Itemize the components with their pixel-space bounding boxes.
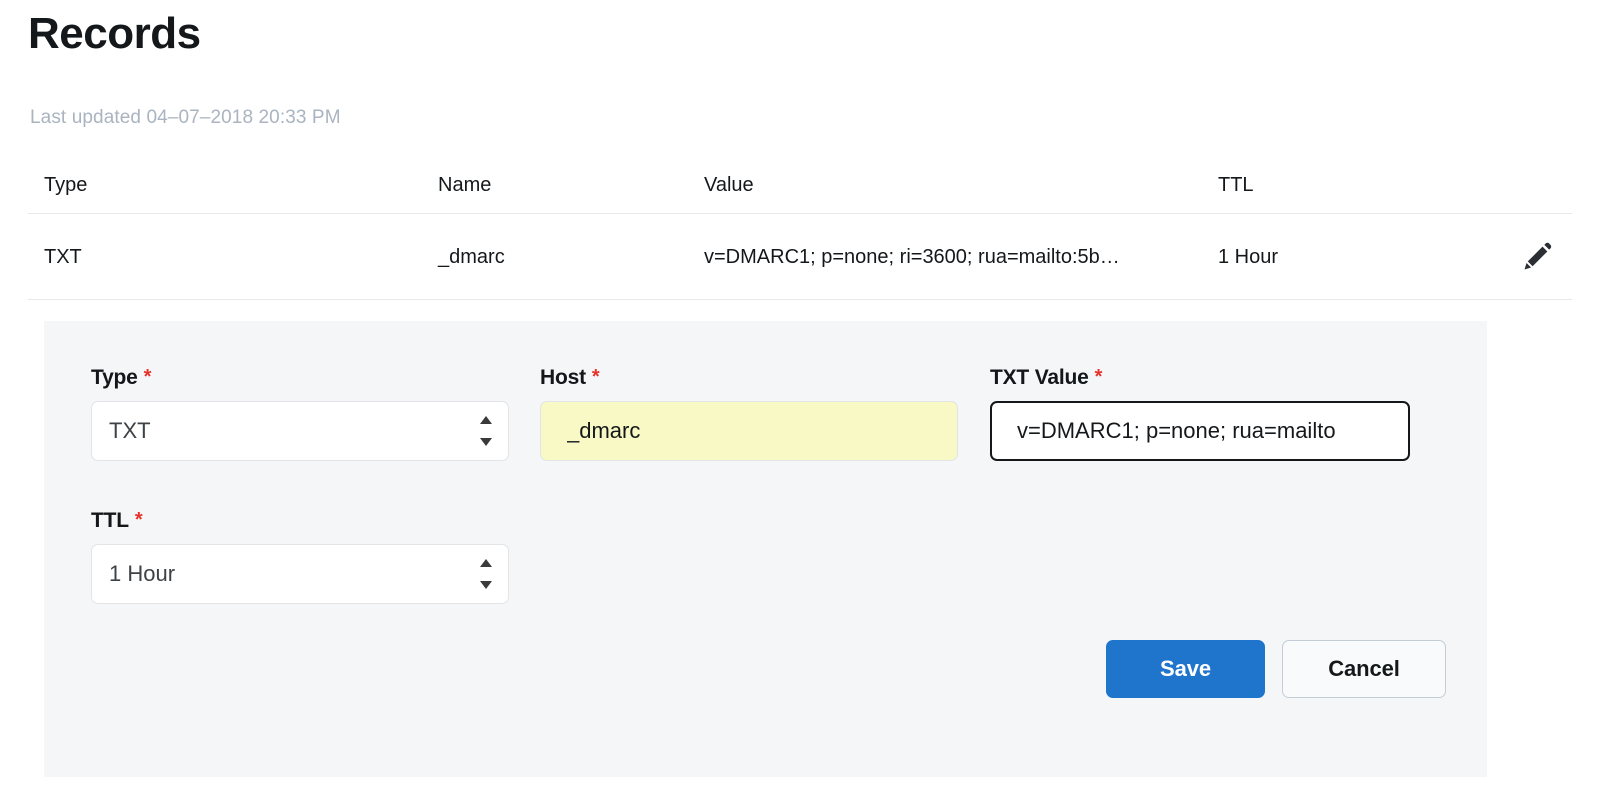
required-asterisk-txt-value: *	[1095, 366, 1103, 388]
page-title: Records	[28, 6, 201, 62]
label-host: Host *	[540, 364, 958, 391]
cancel-button[interactable]: Cancel	[1282, 640, 1446, 698]
label-txt-value: TXT Value *	[990, 364, 1410, 391]
edit-record-button[interactable]	[1514, 234, 1560, 280]
required-asterisk-ttl: *	[135, 509, 143, 531]
field-ttl: TTL * 1 Hour	[91, 507, 509, 604]
field-txt-value: TXT Value *	[990, 364, 1410, 461]
column-header-ttl: TTL	[1218, 172, 1254, 198]
pencil-icon	[1520, 240, 1554, 274]
table-row: TXT _dmarc v=DMARC1; p=none; ri=3600; ru…	[28, 214, 1572, 300]
label-type-text: Type	[91, 366, 138, 389]
cell-name: _dmarc	[438, 244, 505, 270]
ttl-select-value: 1 Hour	[109, 561, 175, 587]
cell-value: v=DMARC1; p=none; ri=3600; rua=mailto:5b…	[704, 244, 1120, 270]
type-select-value: TXT	[109, 418, 151, 444]
record-edit-form: Type * TXT Host * TXT Value * TTL * 1 Hour S…	[44, 321, 1487, 777]
table-header-row: Type Name Value TTL	[28, 160, 1572, 214]
column-header-value: Value	[704, 172, 754, 198]
label-host-text: Host	[540, 366, 586, 389]
column-header-type: Type	[44, 172, 87, 198]
ttl-select[interactable]: 1 Hour	[91, 544, 509, 604]
label-ttl: TTL *	[91, 507, 509, 534]
stepper-arrows-icon	[479, 416, 492, 446]
stepper-arrows-icon	[479, 559, 492, 589]
cell-ttl: 1 Hour	[1218, 244, 1278, 270]
save-button[interactable]: Save	[1106, 640, 1265, 698]
host-input[interactable]	[540, 401, 958, 461]
field-type: Type * TXT	[91, 364, 509, 461]
required-asterisk-host: *	[592, 366, 600, 388]
label-type: Type *	[91, 364, 509, 391]
form-actions: Save Cancel	[1106, 640, 1446, 698]
records-table: Type Name Value TTL TXT _dmarc v=DMARC1;…	[28, 160, 1572, 300]
column-header-name: Name	[438, 172, 491, 198]
last-updated-text: Last updated 04–07–2018 20:33 PM	[30, 105, 341, 131]
field-host: Host *	[540, 364, 958, 461]
txt-value-input[interactable]	[990, 401, 1410, 461]
required-asterisk-type: *	[144, 366, 152, 388]
label-ttl-text: TTL	[91, 509, 129, 532]
type-select[interactable]: TXT	[91, 401, 509, 461]
label-txt-value-text: TXT Value	[990, 366, 1089, 389]
cell-type: TXT	[44, 244, 82, 270]
